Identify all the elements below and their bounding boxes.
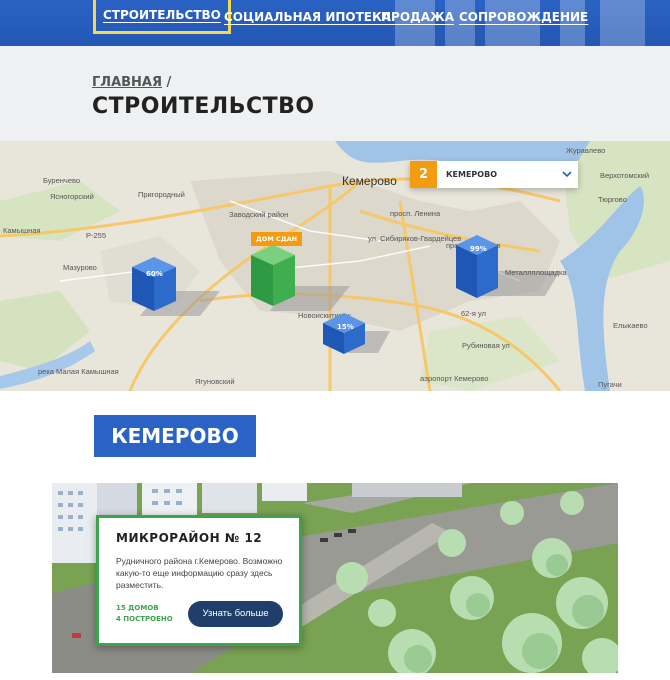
city-button-kemerovo[interactable]: КЕМЕРОВО	[94, 415, 256, 457]
nav-item-social-mortgage[interactable]: СОЦИАЛЬНАЯ ИПОТЕКА	[224, 0, 391, 34]
project-houses-count: 15 ДОМОВ	[116, 604, 159, 612]
marker-99-label: 99%	[470, 245, 487, 253]
chevron-down-icon	[556, 169, 578, 181]
nav-item-sale[interactable]: ПРОДАЖА	[381, 0, 454, 34]
project-description: Рудничного района г.Кемерово. Возможно к…	[116, 556, 283, 590]
marker-15[interactable]	[323, 313, 365, 354]
breadcrumb: ГЛАВНАЯ /	[92, 75, 171, 90]
marker-15-label: 15%	[337, 323, 354, 331]
marker-60[interactable]	[132, 257, 176, 311]
breadcrumb-separator: /	[166, 75, 172, 90]
nav-item-construction[interactable]: СТРОИТЕЛЬСТВО	[93, 0, 231, 34]
page-header: ГЛАВНАЯ / СТРОИТЕЛЬСТВО	[0, 46, 670, 141]
city-select-value: КЕМЕРОВО	[446, 170, 497, 179]
project-built-count: 4 ПОСТРОЕНО	[116, 615, 173, 623]
construction-map[interactable]: Кемерово Буренчево Ясногорский Пригородн…	[0, 141, 670, 391]
breadcrumb-home-link[interactable]: ГЛАВНАЯ	[92, 75, 162, 90]
house-done-tag: ДОМ СДАН	[251, 232, 303, 246]
learn-more-button[interactable]: Узнать больше	[188, 601, 283, 627]
top-navigation: СТРОИТЕЛЬСТВО СОЦИАЛЬНАЯ ИПОТЕКА ПРОДАЖА…	[0, 0, 670, 46]
project-card: МИКРОРАЙОН № 12 Рудничного района г.Кеме…	[96, 515, 302, 646]
marker-done[interactable]	[251, 245, 295, 306]
city-select[interactable]: 2 КЕМЕРОВО	[410, 161, 578, 188]
city-count-badge: 2	[410, 161, 437, 188]
nav-item-support[interactable]: СОПРОВОЖДЕНИЕ	[459, 0, 588, 34]
page-title: СТРОИТЕЛЬСТВО	[92, 94, 315, 119]
project-title: МИКРОРАЙОН № 12	[116, 531, 263, 545]
marker-60-label: 60%	[146, 270, 163, 278]
